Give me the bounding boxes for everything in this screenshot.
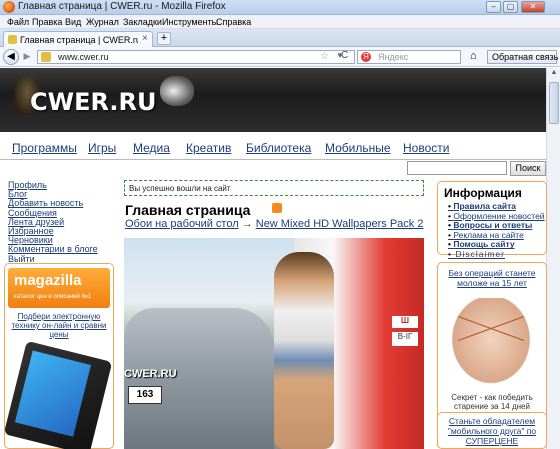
nav-creative[interactable]: Креатив [186,141,231,155]
wallpaper-image[interactable]: Ш В-ІГ 163 CWER.RU [124,238,424,449]
nav-games[interactable]: Игры [88,141,116,155]
nav-mobile[interactable]: Мобильные [325,141,391,155]
station-sign: Ш [392,316,418,328]
bookmark-star-icon[interactable]: ☆ [320,51,329,62]
menu-file[interactable]: Файл [7,17,29,27]
info-heading: Информация [444,186,522,200]
rss-icon[interactable] [272,203,282,213]
menu-bookmarks[interactable]: Закладки [123,17,162,27]
woman-figure [274,252,334,449]
info-list: Правила сайта Оформление новостей Вопрос… [448,201,545,260]
phone-screen [14,350,91,437]
menu-help[interactable]: Справка [216,17,251,27]
breadcrumb-separator: → [241,218,253,230]
menu-bar: Файл Правка Вид Журнал Закладки Инструме… [0,15,560,29]
navigation-toolbar: ◀ ▶ www.cwer.ru ☆ ▼ C Я Яндекс ⌂ Обратна… [0,47,560,67]
scroll-thumb[interactable] [549,82,559,124]
menu-view[interactable]: Вид [65,17,81,27]
back-button[interactable]: ◀ [3,49,19,65]
site-identity-icon[interactable] [41,52,51,62]
favicon-icon [8,35,17,44]
site-search-input[interactable] [407,161,507,175]
magazilla-slogan: каталог цен и описаний №1 [14,294,92,300]
window-titlebar: Главная страница | CWER.ru - Mozilla Fir… [0,0,560,15]
forward-button[interactable]: ▶ [20,51,34,63]
scroll-up-icon[interactable]: ▲ [549,69,559,79]
magazilla-banner[interactable]: magazilla каталог цен и описаний №1 [8,268,110,308]
watermark: CWER.RU [124,368,177,380]
new-tab-button[interactable]: + [157,32,171,45]
right-ad-box-2[interactable]: Станьте обладателем "мобильного друга" п… [437,412,547,449]
yandex-icon[interactable]: Я [361,52,371,62]
maximize-button[interactable]: ▢ [503,1,518,13]
site-logo[interactable]: CWER.RU [30,88,157,116]
page-title: Главная страница [125,202,251,218]
tab-main[interactable]: Главная страница | CWER.ru × [3,31,153,47]
nav-media[interactable]: Медиа [133,141,170,155]
tab-close-icon[interactable]: × [142,33,148,44]
firefox-icon [3,1,15,13]
menu-tools[interactable]: Инструменты [162,17,218,27]
login-notice: Вы успешно вошли на сайт [124,180,424,196]
nav-news[interactable]: Новости [403,141,449,155]
window-title: Главная страница | CWER.ru - Mozilla Fir… [18,1,226,12]
face-image[interactable] [446,298,536,390]
site-search-button[interactable]: Поиск [510,161,546,176]
right-ad2-title[interactable]: Станьте обладателем "мобильного друга" п… [442,416,542,446]
breadcrumb-wallpapers[interactable]: Обои на рабочий стол [125,218,239,230]
right-ad-title[interactable]: Без операций станете моложе на 15 лет [442,268,542,288]
url-text: www.cwer.ru [58,52,109,62]
tab-label: Главная страница | CWER.ru [20,35,138,45]
search-placeholder: Яндекс [378,52,409,62]
vertical-scrollbar[interactable]: ▲ [546,68,560,449]
station-sign-fuel: В-ІГ [392,332,418,346]
close-window-button[interactable]: ✕ [521,1,545,13]
info-box: Информация Правила сайта Оформление ново… [437,181,547,259]
search-box[interactable]: Я Яндекс [357,50,461,64]
nav-library[interactable]: Библиотека [246,141,311,155]
feedback-button[interactable]: Обратная связь ▾ [487,50,560,64]
cat-image [160,76,194,106]
tab-bar: Главная страница | CWER.ru × + [0,29,560,47]
user-menu: Профиль Блог Добавить новость Сообщения … [8,180,118,264]
right-ad-caption[interactable]: Секрет - как победить старение за 14 дне… [442,393,542,411]
breadcrumb: Обои на рабочий стол → New Mixed HD Wall… [125,218,423,230]
magazilla-link[interactable]: Подбери электронную технику он-лайн и ср… [8,312,110,339]
license-plate: 163 [128,386,162,404]
home-button[interactable]: ⌂ [470,50,477,62]
reload-button[interactable]: C [341,50,348,61]
info-disclaimer[interactable]: Disclaimer [448,249,545,260]
nav-programs[interactable]: Программы [12,141,77,155]
menu-edit[interactable]: Правка [32,17,62,27]
magazilla-logo: magazilla [14,272,82,289]
main-nav: Программы Игры Медиа Креатив Библиотека … [0,136,546,158]
url-bar[interactable]: www.cwer.ru ☆ ▼ [37,50,355,64]
breadcrumb-pack[interactable]: New Mixed HD Wallpapers Pack 2 [256,218,424,230]
nav-divider [0,159,546,160]
minimize-button[interactable]: – [486,1,501,13]
menu-history[interactable]: Журнал [86,17,119,27]
